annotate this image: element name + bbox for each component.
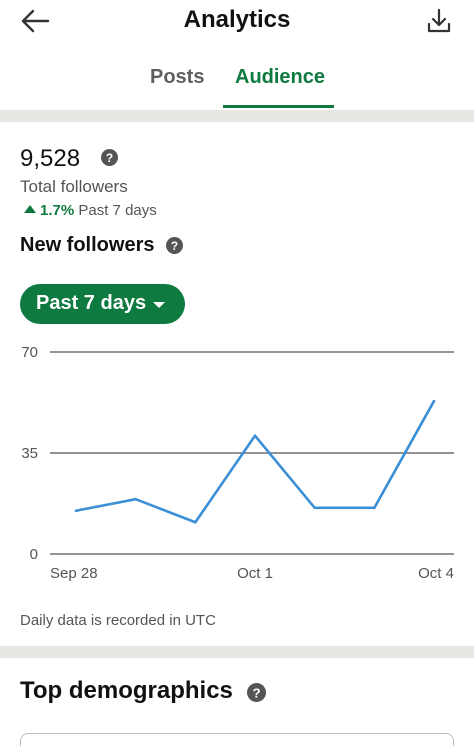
date-range-dropdown[interactable]: Past 7 days bbox=[20, 284, 185, 324]
page-title: Analytics bbox=[183, 6, 291, 33]
tab-posts[interactable]: Posts bbox=[150, 66, 204, 89]
data-point bbox=[253, 434, 257, 437]
top-bar: Analytics bbox=[0, 0, 474, 44]
x-tick-label: Sep 28 bbox=[50, 565, 98, 582]
growth-indicator: 1.7% Past 7 days bbox=[24, 202, 157, 219]
data-point bbox=[432, 399, 436, 403]
data-point bbox=[373, 506, 376, 510]
line-chart: 0 35 70 Sep 28 Oct 1 Oct 4 bbox=[21, 344, 454, 582]
x-tick-label: Oct 1 bbox=[237, 565, 273, 582]
help-icon[interactable]: ? bbox=[247, 683, 266, 702]
data-point bbox=[194, 520, 197, 524]
total-followers-label: Total followers bbox=[20, 177, 128, 196]
download-button[interactable] bbox=[424, 6, 454, 36]
y-tick-label: 35 bbox=[21, 445, 38, 462]
help-icon[interactable]: ? bbox=[101, 149, 118, 166]
active-tab-indicator bbox=[223, 105, 334, 108]
section-divider bbox=[0, 646, 474, 658]
section-divider bbox=[0, 110, 474, 122]
tab-audience[interactable]: Audience bbox=[235, 66, 325, 89]
svg-text:?: ? bbox=[171, 239, 178, 253]
new-followers-title: New followers bbox=[20, 234, 155, 256]
new-followers-chart: 0 35 70 Sep 28 Oct 1 Oct 4 bbox=[0, 340, 474, 590]
tab-bar: Posts Audience bbox=[0, 60, 474, 110]
utc-note: Daily data is recorded in UTC bbox=[20, 612, 216, 629]
top-demographics-title: Top demographics bbox=[20, 677, 233, 704]
download-icon bbox=[427, 8, 451, 33]
date-range-label: Past 7 days bbox=[36, 292, 147, 314]
y-tick-label: 70 bbox=[21, 344, 38, 361]
data-point bbox=[134, 497, 137, 501]
growth-percent: 1.7% bbox=[40, 202, 75, 219]
data-point bbox=[74, 509, 78, 513]
series-line bbox=[75, 400, 436, 524]
caret-down-icon bbox=[153, 302, 165, 308]
y-tick-label: 0 bbox=[30, 546, 38, 563]
growth-period: Past 7 days bbox=[78, 202, 157, 219]
up-arrow-icon bbox=[24, 205, 36, 213]
x-tick-label: Oct 4 bbox=[418, 565, 454, 582]
help-icon[interactable]: ? bbox=[166, 237, 183, 254]
total-followers-value: 9,528 bbox=[20, 145, 81, 172]
svg-text:?: ? bbox=[252, 685, 260, 700]
demographics-card[interactable] bbox=[20, 733, 454, 746]
data-point bbox=[313, 506, 316, 510]
svg-text:?: ? bbox=[106, 151, 113, 165]
